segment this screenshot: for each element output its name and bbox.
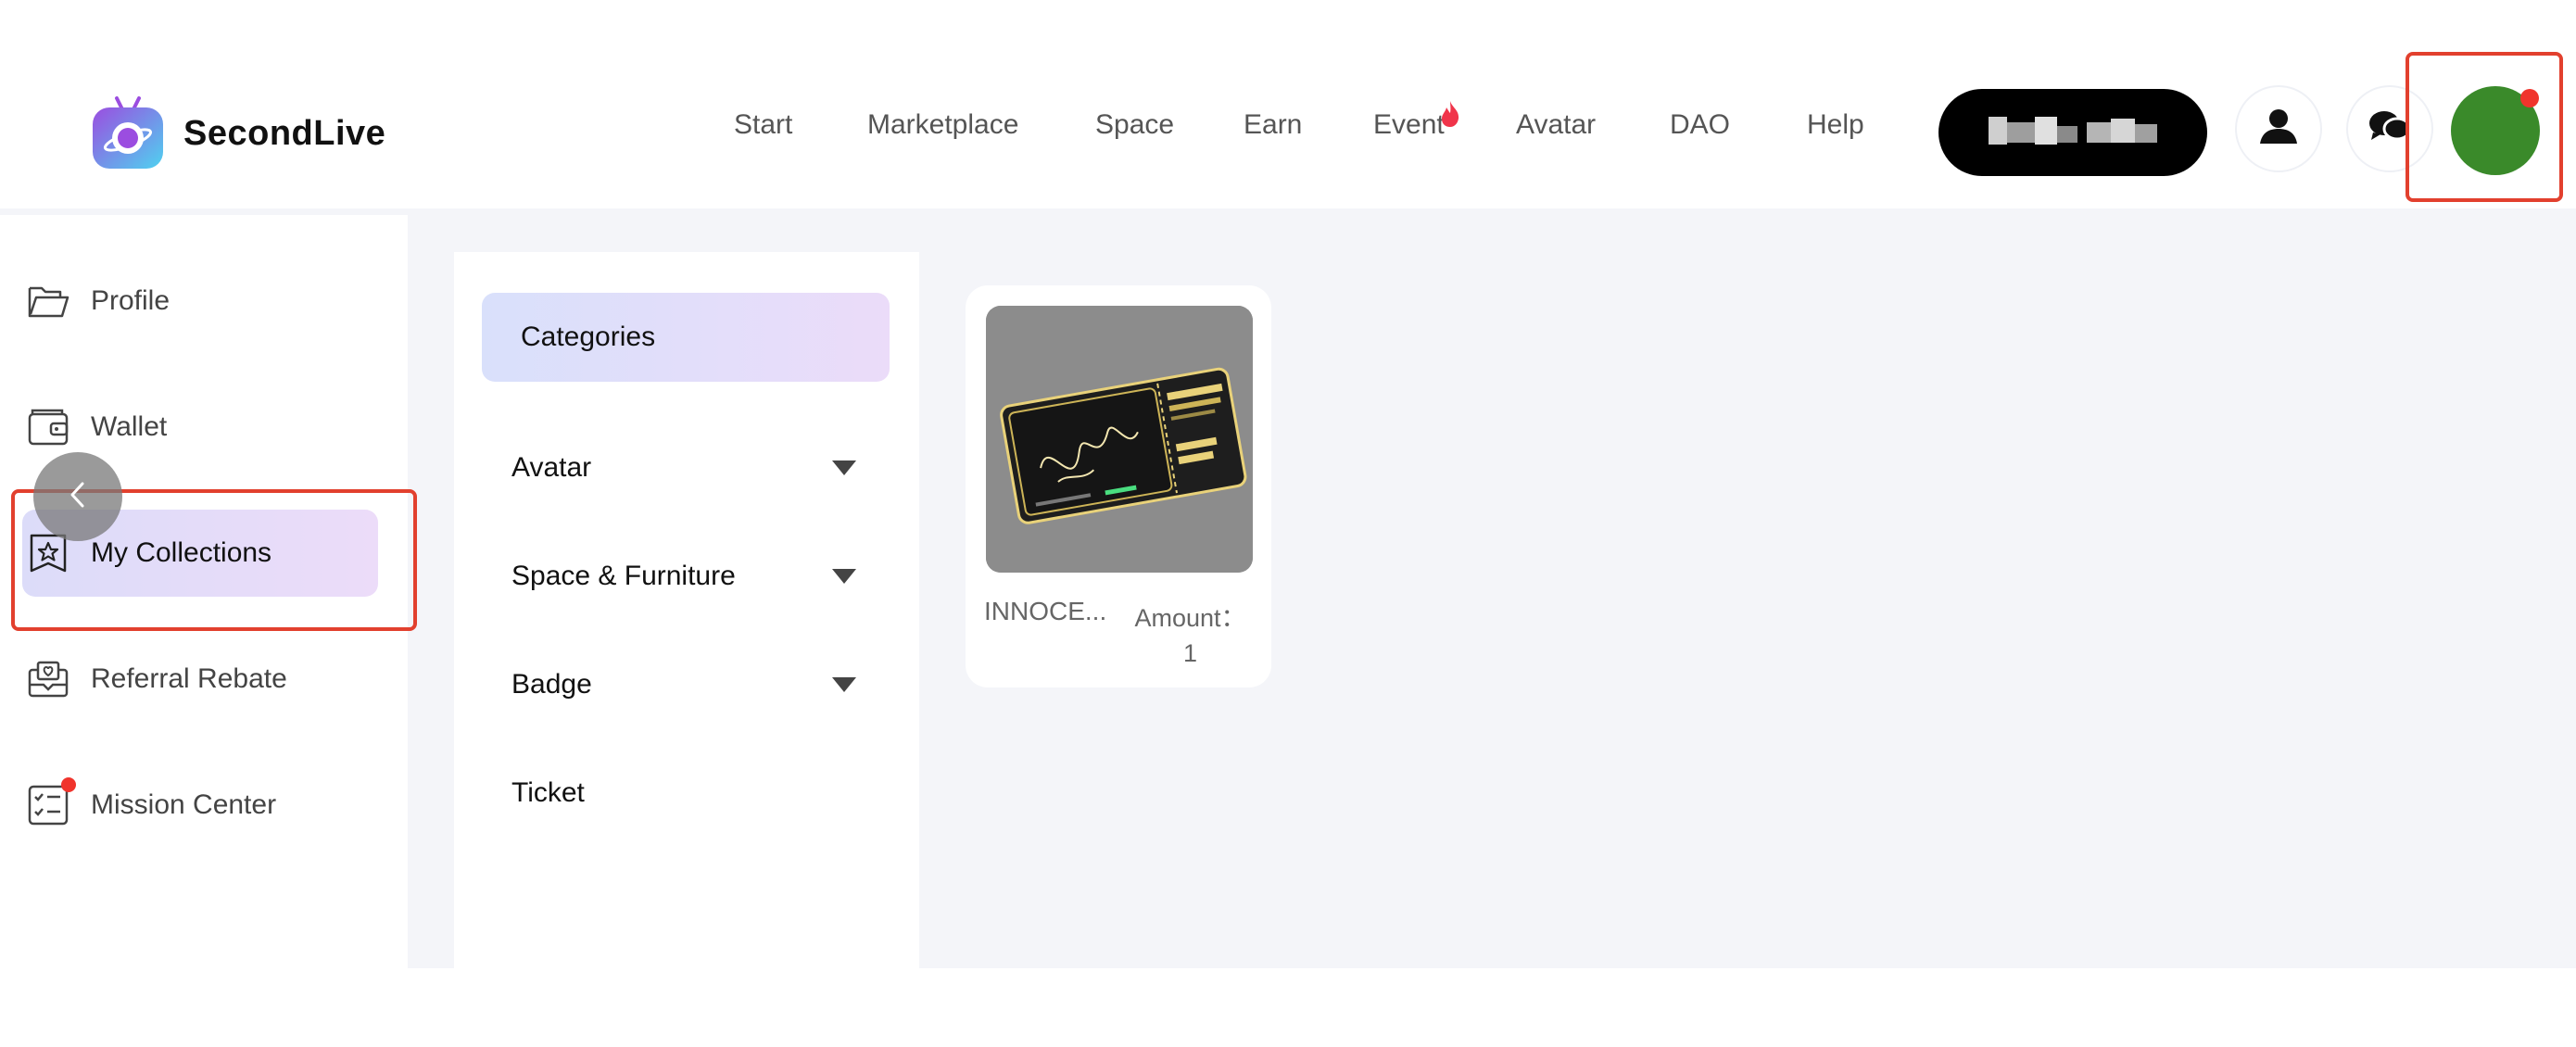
sidebar-item-mission-center[interactable]: Mission Center [26, 762, 276, 849]
chevron-down-icon[interactable] [832, 569, 856, 584]
gift-envelope-icon [26, 657, 70, 701]
nav-item-earn[interactable]: Earn [1244, 109, 1302, 141]
notification-dot [2520, 89, 2539, 107]
collection-item-name: INNOCE... [984, 597, 1107, 625]
sidebar-item-label: Referral Rebate [91, 663, 287, 694]
ticket-image [986, 306, 1253, 573]
checklist-icon [26, 777, 76, 827]
user-icon [2258, 108, 2299, 150]
sidebar-item-label: Profile [91, 285, 170, 316]
sidebar-item-label: Mission Center [91, 789, 277, 820]
chevron-down-icon[interactable] [832, 460, 856, 475]
nav-item-dao[interactable]: DAO [1670, 109, 1730, 141]
notification-dot [61, 777, 76, 792]
blurred-address-segment [2111, 119, 2135, 143]
nav-item-space[interactable]: Space [1095, 109, 1174, 141]
nav-item-help[interactable]: Help [1807, 109, 1864, 141]
app-logo[interactable]: SecondLive [89, 95, 385, 172]
blurred-address-segment [2135, 124, 2157, 143]
wallet-address-button[interactable] [1938, 89, 2207, 176]
sidebar-item-referral-rebate[interactable]: Referral Rebate [26, 636, 287, 723]
amount-label: Amount： [1134, 604, 1246, 632]
collection-card[interactable]: INNOCE... Amount： 1 [966, 285, 1271, 687]
nav-item-event[interactable]: Event [1373, 109, 1445, 141]
blurred-address-segment [2007, 122, 2035, 143]
back-button[interactable] [33, 452, 122, 541]
category-space-furniture[interactable]: Space & Furniture [511, 561, 736, 592]
blurred-address-segment [2087, 122, 2111, 143]
sidebar-item-label: Wallet [91, 411, 168, 442]
blurred-address-segment [2035, 117, 2057, 145]
category-ticket[interactable]: Ticket [511, 777, 585, 809]
blurred-address-segment [2057, 126, 2077, 143]
categories-header: Categories [482, 293, 890, 382]
nav-item-start[interactable]: Start [734, 109, 792, 141]
nav-item-avatar[interactable]: Avatar [1516, 109, 1596, 141]
sidebar-item-profile[interactable]: Profile [26, 258, 170, 345]
chevron-down-icon[interactable] [832, 677, 856, 692]
page: SecondLive Start Marketplace Space Earn … [0, 0, 2576, 1047]
category-badge[interactable]: Badge [511, 669, 592, 700]
nav-item-marketplace[interactable]: Marketplace [867, 109, 1018, 141]
secondlive-logo-icon [89, 95, 167, 172]
amount-value: 1 [1182, 639, 1198, 667]
category-avatar[interactable]: Avatar [511, 452, 591, 484]
top-header: SecondLive Start Marketplace Space Earn … [0, 0, 2576, 208]
chevron-left-icon [64, 476, 92, 518]
folder-icon [26, 279, 70, 323]
collection-item-amount: Amount： 1 [1123, 600, 1257, 671]
blurred-address [1989, 117, 2007, 145]
flame-icon [1438, 100, 1462, 128]
wallet-icon [26, 405, 70, 449]
profile-button[interactable] [2235, 85, 2322, 172]
app-name: SecondLive [183, 113, 386, 153]
